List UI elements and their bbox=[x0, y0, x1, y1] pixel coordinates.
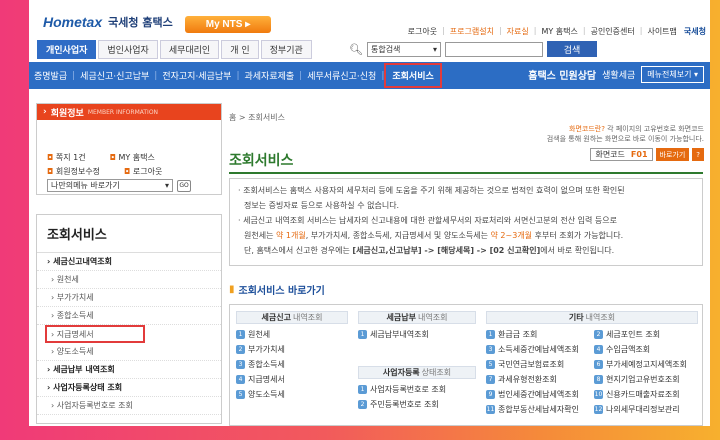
my-nts-button[interactable]: My NTS ▸ bbox=[185, 16, 271, 33]
left-nav: 조회서비스 › 세금신고내역조회 › 원천세 › 부가가치세 › 종합소득세 ›… bbox=[36, 214, 222, 424]
shortcut-heading: ▮ 조회서비스 바로가기 bbox=[229, 284, 325, 297]
shortcut-agent-info[interactable]: 12 나의세무대리정보관리 bbox=[594, 402, 698, 417]
nav-data-submit[interactable]: 과세자료제출 bbox=[239, 69, 299, 82]
member-info-header: › 회원정보 MEMBER INFORMATION bbox=[37, 104, 221, 120]
lnav-item-business-status[interactable]: › 사업자등록상태 조회 bbox=[37, 379, 221, 397]
tab-tax-agent[interactable]: 세무대리인 bbox=[159, 40, 220, 59]
lnav-item-tax-return[interactable]: › 세금신고내역조회 bbox=[37, 253, 221, 271]
page-title: 조회서비스 bbox=[229, 153, 294, 169]
nav-tax-filing[interactable]: 세금신고·신고납부 bbox=[75, 69, 154, 82]
nav-e-notice[interactable]: 전자고지·세금납부 bbox=[157, 69, 236, 82]
screen-code-note: 화면코드란? 각 페이지의 고유번호로 화면코드 검색을 통해 원하는 화면으로… bbox=[546, 125, 704, 143]
shortcut-card-sales[interactable]: 10 신용카드매출자료조회 bbox=[594, 387, 698, 402]
chevron-down-icon: ▾ bbox=[164, 181, 169, 190]
tab-individual[interactable]: 개 인 bbox=[221, 40, 259, 59]
lnav-item-business-number[interactable]: › 사업자등록번호로 조회 bbox=[37, 397, 221, 415]
lnav-item-income-tax[interactable]: › 종합소득세 bbox=[37, 307, 221, 325]
nav-documents[interactable]: 세무서류신고·신청 bbox=[302, 69, 381, 82]
search-bar: 🔍︎ 통합검색 ▾ 검색 bbox=[349, 41, 597, 57]
help-button[interactable]: ? bbox=[692, 148, 704, 161]
menu-all-button[interactable]: 메뉴전체보기 ▾ bbox=[641, 66, 704, 83]
shortcut-interim-income[interactable]: 3 소득세중간예납세액조회 bbox=[486, 342, 594, 357]
chevron-right-icon: › bbox=[43, 107, 47, 117]
shortcut-box: 세금신고 내역조회 1 원천세 2 부가가치세 3 종합소득세 4 지급명세서 5 양도소득… bbox=[229, 304, 703, 426]
lnav-item-withholding[interactable]: › 원천세 bbox=[37, 271, 221, 289]
nav-certificate[interactable]: 증명발급 bbox=[29, 69, 72, 82]
dot-icon: ◘ bbox=[109, 153, 116, 162]
shortcut-withholding[interactable]: 1 원천세 bbox=[236, 327, 348, 342]
nav-inquiry-service[interactable]: 조회서비스 bbox=[384, 63, 442, 88]
screen-code-box: 화면코드 F01 바로가기 ? bbox=[590, 148, 704, 161]
shortcut-transfer-tax[interactable]: 5 양도소득세 bbox=[236, 387, 348, 402]
user-type-tabs: 개인사업자 법인사업자 세무대리인 개 인 정부기관 bbox=[37, 40, 312, 59]
left-nav-title: 조회서비스 bbox=[37, 215, 221, 253]
go-button[interactable]: GO bbox=[177, 179, 191, 192]
shortcut-revenue[interactable]: 4 수입금액조회 bbox=[594, 342, 698, 357]
dot-icon: ◘ bbox=[124, 167, 131, 176]
message-link[interactable]: ◘ 쪽지 1건 bbox=[47, 152, 86, 163]
shortcut-interim-corp[interactable]: 9 법인세중간예납세액조회 bbox=[486, 387, 594, 402]
nav-consult[interactable]: 홈택스 민원상담 bbox=[528, 67, 596, 82]
toplink-library[interactable]: 자료실 bbox=[505, 26, 531, 37]
shortcut-income-tax[interactable]: 3 종합소득세 bbox=[236, 357, 348, 372]
lnav-item-payment-statement[interactable]: › 지급명세서 bbox=[45, 325, 145, 343]
chevron-down-icon: ▾ bbox=[432, 44, 437, 54]
dot-icon: ◘ bbox=[47, 167, 54, 176]
title-divider bbox=[229, 172, 703, 174]
toplink-cert-center[interactable]: 공인인증센터 bbox=[589, 26, 637, 37]
toplink-my-hometax[interactable]: MY 홈택스 bbox=[539, 26, 579, 37]
logo-mark: Hometax bbox=[43, 14, 103, 30]
search-button[interactable]: 검색 bbox=[546, 41, 597, 57]
hometax-logo[interactable]: Hometax 국세청 홈택스 bbox=[43, 8, 173, 36]
shortcut-resident-number[interactable]: 2 주민등록번호로 조회 bbox=[358, 397, 476, 412]
toplink-nts[interactable]: 국세청 bbox=[682, 26, 708, 37]
main-nav: 증명발급 | 세금신고·신고납부 | 전자고지·세금납부 | 과세자료제출 | 세무서류… bbox=[29, 62, 710, 89]
toplink-logout[interactable]: 로그아웃 bbox=[406, 26, 439, 37]
shortcut-col-other: 기타 내역조회 1 환급금 조회 3 소득세중간예납세액조회 5 국민연금보험료조회 7… bbox=[486, 311, 698, 417]
logout-link[interactable]: ◘ 로그아웃 bbox=[124, 166, 162, 177]
lnav-item-vat[interactable]: › 부가가치세 bbox=[37, 289, 221, 307]
shortcut-pension[interactable]: 5 국민연금보험료조회 bbox=[486, 357, 594, 372]
screen-code-field: 화면코드 F01 bbox=[590, 148, 653, 161]
tab-government[interactable]: 정부기관 bbox=[260, 40, 312, 59]
tab-individual-business[interactable]: 개인사업자 bbox=[37, 40, 97, 59]
books-icon: ▮ bbox=[229, 284, 235, 295]
breadcrumb: 홈 > 조회서비스 bbox=[229, 113, 285, 122]
search-scope-select[interactable]: 통합검색 ▾ bbox=[366, 41, 441, 57]
shortcut-payment-statement[interactable]: 4 지급명세서 bbox=[236, 372, 348, 387]
description-box: · 조회서비스는 홈택스 사용자의 세무처리 등에 도움을 주기 위해 제공하는… bbox=[229, 178, 703, 266]
member-info-panel: › 회원정보 MEMBER INFORMATION ◘ 쪽지 1건 ◘ MY 홈… bbox=[36, 103, 222, 195]
lnav-item-transfer-tax[interactable]: › 양도소득세 bbox=[37, 343, 221, 361]
lnav-item-payment-history[interactable]: › 세금납부 내역조회 bbox=[37, 361, 221, 379]
top-links: 로그아웃 | 프로그램설치 | 자료실 | MY 홈택스 | 공인인증센터 | 사이트맵 … bbox=[406, 26, 708, 37]
shortcut-tax-type[interactable]: 7 과세유형전환조회 bbox=[486, 372, 594, 387]
shortcut-col-payment: 세금납부 내역조회 1 세금납부내역조회 사업자등록 상태조회 1 사업자등록번호로 조… bbox=[358, 311, 476, 412]
my-hometax-link[interactable]: ◘ MY 홈택스 bbox=[110, 152, 155, 163]
nav-life-tax[interactable]: 생활세금 bbox=[602, 68, 635, 81]
shortcut-refund[interactable]: 1 환급금 조회 bbox=[486, 327, 594, 342]
shortcut-col-tax-return: 세금신고 내역조회 1 원천세 2 부가가치세 3 종합소득세 4 지급명세서 5 양도소득… bbox=[236, 311, 348, 402]
shortcut-business-number[interactable]: 1 사업자등록번호로 조회 bbox=[358, 382, 476, 397]
member-edit-link[interactable]: ◘ 회원정보수정 bbox=[47, 166, 100, 177]
shortcut-vat[interactable]: 2 부가가치세 bbox=[236, 342, 348, 357]
toplink-install[interactable]: 프로그램설치 bbox=[448, 26, 496, 37]
shortcut-local-company[interactable]: 8 현지기업고유번호조회 bbox=[594, 372, 698, 387]
tab-corporation[interactable]: 법인사업자 bbox=[98, 40, 158, 59]
toplink-sitemap[interactable]: 사이트맵 bbox=[645, 26, 678, 37]
shortcut-property-tax[interactable]: 11 종합부동산세납세자확인 bbox=[486, 402, 594, 417]
shortcut-tax-point[interactable]: 2 세금포인트 조회 bbox=[594, 327, 698, 342]
shortcut-payment-history[interactable]: 1 세금납부내역조회 bbox=[358, 327, 476, 342]
search-icon: 🔍︎ bbox=[349, 42, 363, 56]
my-menu-select[interactable]: 나만의메뉴 바로가기 ▾ bbox=[47, 179, 173, 192]
shortcut-vat-notice[interactable]: 6 부가세예정고지세액조회 bbox=[594, 357, 698, 372]
search-input[interactable] bbox=[444, 41, 543, 57]
logo-subtitle: 국세청 홈택스 bbox=[108, 16, 173, 29]
screen-code-go-button[interactable]: 바로가기 bbox=[655, 148, 690, 161]
browser-page: Hometax 국세청 홈택스 My NTS ▸ 로그아웃 | 프로그램설치 | 자… bbox=[29, 0, 710, 426]
dot-icon: ◘ bbox=[47, 153, 54, 162]
